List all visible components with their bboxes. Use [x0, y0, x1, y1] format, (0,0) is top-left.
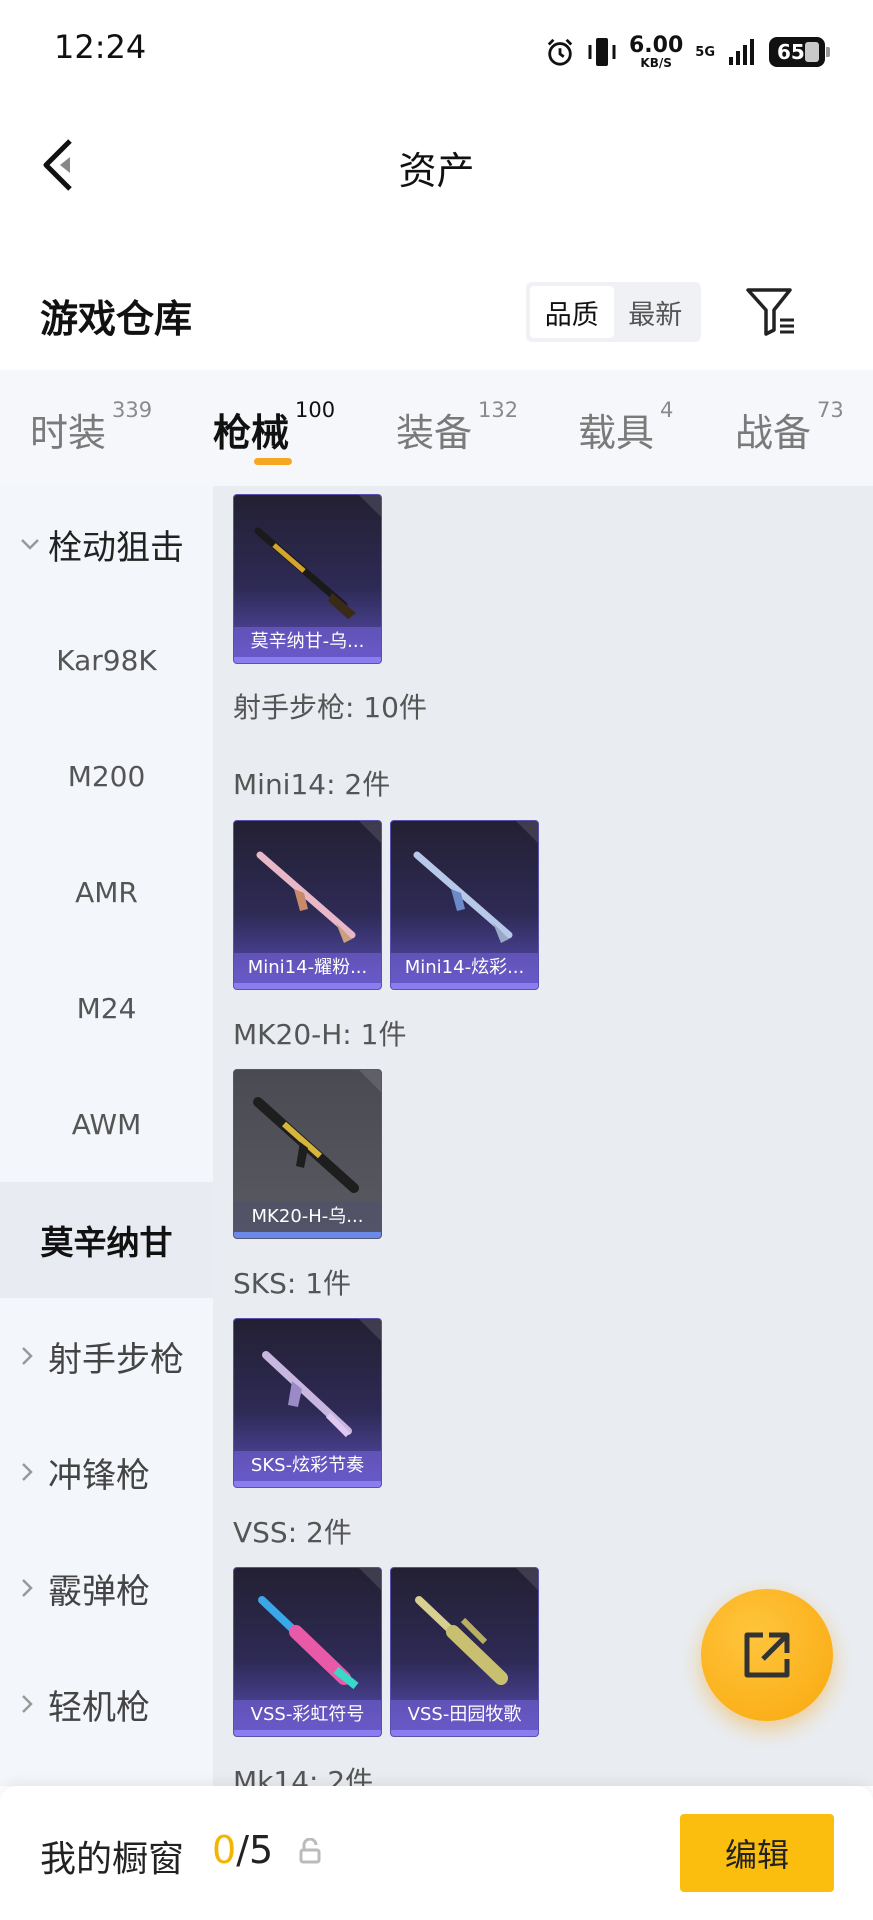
filter-icon [746, 288, 794, 336]
section-title: 游戏仓库 [40, 297, 193, 341]
share-icon [744, 1632, 790, 1678]
rifle-icon [262, 1351, 352, 1438]
edit-button[interactable]: 编辑 [680, 1814, 834, 1892]
item-card[interactable]: 莫辛纳甘-乌... [233, 494, 382, 664]
item-name: 莫辛纳甘-乌... [234, 627, 381, 657]
chevron-right-icon [20, 1578, 40, 1598]
sort-option-latest[interactable]: 最新 [614, 286, 698, 338]
status-icons: 6.00 KB/S 5G 65 [545, 30, 830, 74]
tab-fashion[interactable]: 时装 339 [30, 398, 152, 457]
alarm-icon [545, 35, 575, 69]
rifle-icon [258, 1596, 359, 1690]
item-card[interactable]: VSS-彩虹符号 [233, 1567, 382, 1737]
sidebar-item-m24[interactable]: M24 [0, 950, 213, 1066]
group-label: VSS: 2件 [233, 1516, 352, 1549]
rifle-icon [253, 1097, 359, 1193]
status-bar: 12:24 6.00 KB/S 5G 65 [0, 0, 873, 100]
item-name: Mini14-炫彩... [391, 953, 538, 983]
sidebar-group-bolt-action[interactable]: 栓动狙击 [0, 486, 213, 602]
net-speed: 6.00 KB/S [629, 33, 684, 70]
rifle-icon [413, 851, 513, 943]
status-time: 12:24 [54, 28, 147, 66]
group-label: SKS: 1件 [233, 1267, 352, 1300]
rifle-icon [415, 1596, 508, 1685]
vibrate-icon [587, 35, 617, 69]
group-label: MK20-H: 1件 [233, 1018, 407, 1051]
item-name: MK20-H-乌... [234, 1202, 381, 1232]
group-label: Mk14: 2件 [233, 1765, 374, 1786]
item-name: Mini14-耀粉... [234, 953, 381, 983]
group-label: Mini14: 2件 [233, 768, 391, 801]
sidebar-group-shotgun[interactable]: 霰弹枪 [0, 1530, 213, 1646]
rifle-icon [254, 527, 356, 619]
sort-option-quality[interactable]: 品质 [530, 286, 614, 338]
signal-icon [727, 35, 757, 69]
sort-toggle: 品质 最新 [526, 282, 701, 342]
chevron-right-icon [20, 1694, 40, 1714]
battery-icon: 65 [769, 37, 830, 67]
item-card[interactable]: VSS-田园牧歌 [390, 1567, 539, 1737]
tab-vehicles[interactable]: 载具 4 [578, 398, 673, 457]
share-button[interactable] [701, 1589, 833, 1721]
network-type: 5G [695, 44, 715, 60]
sidebar-item-awm[interactable]: AWM [0, 1066, 213, 1182]
page-title: 资产 [398, 149, 475, 193]
showcase-count: 0/5 [212, 1828, 274, 1872]
lock-icon [298, 1837, 322, 1868]
tab-supplies[interactable]: 战备 73 [735, 398, 844, 457]
item-card[interactable]: Mini14-耀粉... [233, 820, 382, 990]
sidebar-item-m200[interactable]: M200 [0, 718, 213, 834]
showcase-bar: 我的橱窗 0/5 编辑 [0, 1786, 873, 1920]
sidebar-item-mosin-nagant[interactable]: 莫辛纳甘 [0, 1182, 213, 1298]
tab-equipment[interactable]: 装备 132 [396, 398, 518, 457]
chevron-right-icon [20, 1462, 40, 1482]
item-name: SKS-炫彩节奏 [234, 1451, 381, 1481]
category-header: 射手步枪: 10件 [233, 691, 427, 724]
filter-button[interactable] [744, 286, 800, 338]
item-name: VSS-彩虹符号 [234, 1700, 381, 1730]
item-card[interactable]: SKS-炫彩节奏 [233, 1318, 382, 1488]
sidebar-group-lmg[interactable]: 轻机枪 [0, 1646, 213, 1762]
item-card[interactable]: MK20-H-乌... [233, 1069, 382, 1239]
sidebar-item-kar98k[interactable]: Kar98K [0, 602, 213, 718]
chevron-right-icon [20, 1346, 40, 1366]
sidebar-group-smg[interactable]: 冲锋枪 [0, 1414, 213, 1530]
tab-firearms[interactable]: 枪械 100 [213, 398, 335, 457]
sidebar-item-amr[interactable]: AMR [0, 834, 213, 950]
active-tab-indicator [254, 458, 292, 465]
rifle-icon [256, 851, 356, 943]
sidebar-group-marksman[interactable]: 射手步枪 [0, 1298, 213, 1414]
category-tabs: 时装 339 枪械 100 装备 132 载具 4 战备 73 [0, 370, 873, 486]
item-name: VSS-田园牧歌 [391, 1700, 538, 1730]
showcase-label: 我的橱窗 [40, 1839, 185, 1880]
chevron-down-icon [20, 537, 40, 551]
item-card[interactable]: Mini14-炫彩... [390, 820, 539, 990]
sidebar: 栓动狙击 Kar98K M200 AMR M24 AWM 莫辛纳甘 射手步枪 冲… [0, 486, 213, 1786]
